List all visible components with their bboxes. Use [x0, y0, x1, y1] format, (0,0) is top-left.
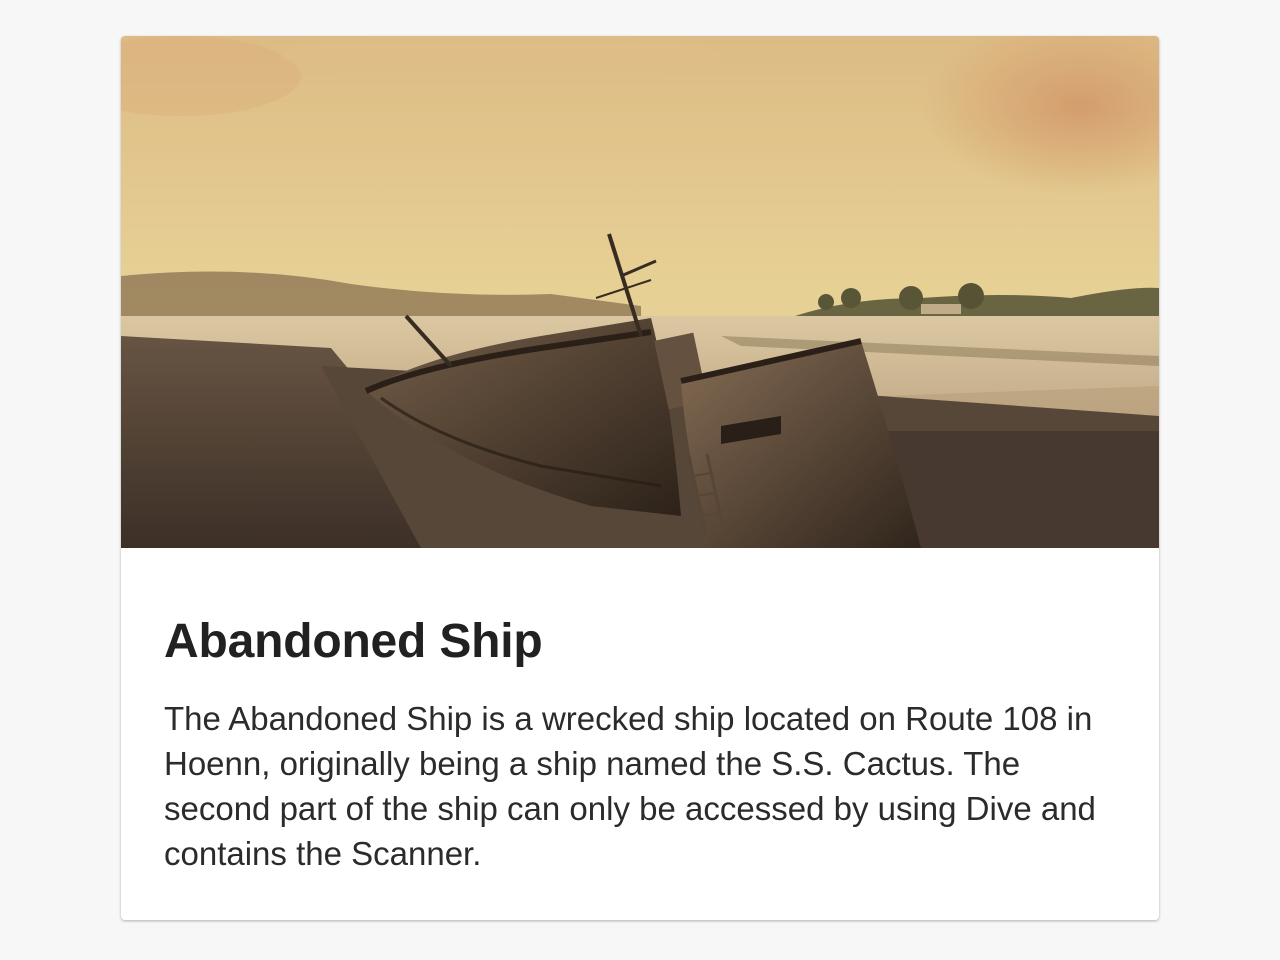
card-content: Abandoned Ship The Abandoned Ship is a w… [164, 614, 1124, 876]
shipwreck-illustration [121, 36, 1159, 548]
card-image [121, 36, 1159, 548]
card-title: Abandoned Ship [164, 615, 543, 668]
card-description: The Abandoned Ship is a wrecked ship loc… [164, 700, 1096, 872]
location-card: Abandoned Ship The Abandoned Ship is a w… [121, 36, 1159, 920]
